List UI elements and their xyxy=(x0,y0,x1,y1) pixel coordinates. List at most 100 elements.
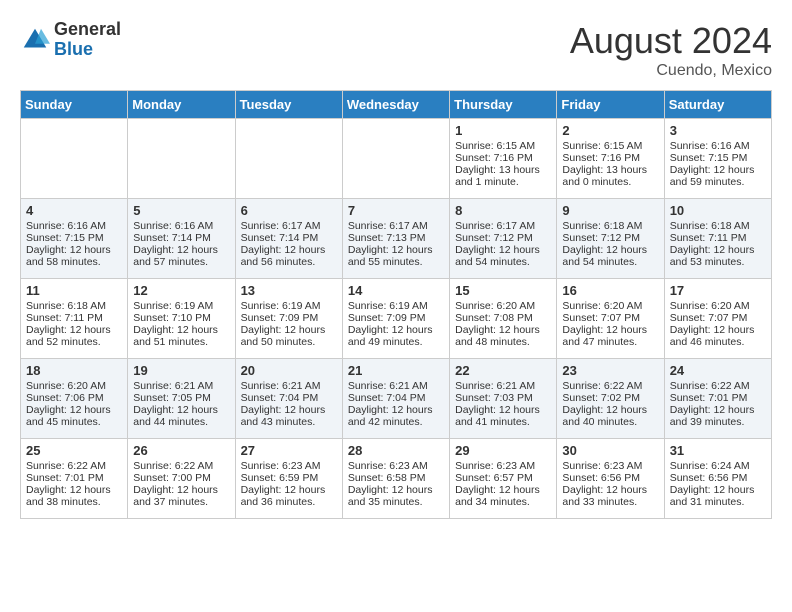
calendar-cell xyxy=(128,119,235,199)
daylight-text: Daylight: 12 hours and 40 minutes. xyxy=(562,404,658,428)
sunrise-text: Sunrise: 6:18 AM xyxy=(670,220,766,232)
day-number: 20 xyxy=(241,363,337,378)
daylight-text: Daylight: 12 hours and 34 minutes. xyxy=(455,484,551,508)
calendar-cell: 8Sunrise: 6:17 AMSunset: 7:12 PMDaylight… xyxy=(450,199,557,279)
calendar-table: SundayMondayTuesdayWednesdayThursdayFrid… xyxy=(20,90,772,519)
daylight-text: Daylight: 12 hours and 45 minutes. xyxy=(26,404,122,428)
calendar-cell: 22Sunrise: 6:21 AMSunset: 7:03 PMDayligh… xyxy=(450,359,557,439)
daylight-text: Daylight: 12 hours and 58 minutes. xyxy=(26,244,122,268)
sunrise-text: Sunrise: 6:23 AM xyxy=(241,460,337,472)
sunrise-text: Sunrise: 6:19 AM xyxy=(133,300,229,312)
calendar-cell: 29 Sunrise: 6:23 AMSunset: 6:57 PMDayligh… xyxy=(450,439,557,519)
calendar-cell xyxy=(342,119,449,199)
sunrise-text: Sunrise: 6:21 AM xyxy=(241,380,337,392)
sunset-text: Sunset: 7:15 PM xyxy=(670,152,766,164)
day-number: 17 xyxy=(670,283,766,298)
daylight-text: Daylight: 12 hours and 51 minutes. xyxy=(133,324,229,348)
week-row-5: 25Sunrise: 6:22 AMSunset: 7:01 PMDayligh… xyxy=(21,439,772,519)
daylight-text: Daylight: 12 hours and 52 minutes. xyxy=(26,324,122,348)
day-number: 19 xyxy=(133,363,229,378)
day-header-wednesday: Wednesday xyxy=(342,91,449,119)
sunset-text: Sunset: 7:05 PM xyxy=(133,392,229,404)
daylight-text: Daylight: 12 hours and 41 minutes. xyxy=(455,404,551,428)
daylight-text: Daylight: 12 hours and 56 minutes. xyxy=(241,244,337,268)
daylight-text: Daylight: 12 hours and 57 minutes. xyxy=(133,244,229,268)
sunrise-text: Sunrise: 6:23 AM xyxy=(348,460,444,472)
sunset-text: Sunset: 7:04 PM xyxy=(241,392,337,404)
sunset-text: Sunset: 7:16 PM xyxy=(455,152,551,164)
logo-blue-text: Blue xyxy=(54,40,121,60)
daylight-text: Daylight: 12 hours and 54 minutes. xyxy=(562,244,658,268)
logo-text: General Blue xyxy=(54,20,121,60)
sunset-text: Sunset: 7:16 PM xyxy=(562,152,658,164)
sunset-text: Sunset: 7:01 PM xyxy=(670,392,766,404)
day-number: 18 xyxy=(26,363,122,378)
sunset-text: Sunset: 6:57 PM xyxy=(455,472,551,484)
daylight-text: Daylight: 12 hours and 33 minutes. xyxy=(562,484,658,508)
calendar-cell: 10Sunrise: 6:18 AMSunset: 7:11 PMDayligh… xyxy=(664,199,771,279)
calendar-cell: 2Sunrise: 6:15 AMSunset: 7:16 PMDaylight… xyxy=(557,119,664,199)
week-row-2: 4Sunrise: 6:16 AMSunset: 7:15 PMDaylight… xyxy=(21,199,772,279)
sunrise-text: Sunrise: 6:21 AM xyxy=(348,380,444,392)
daylight-text: Daylight: 12 hours and 42 minutes. xyxy=(348,404,444,428)
sunrise-text: Sunrise: 6:20 AM xyxy=(670,300,766,312)
sunrise-text: Sunrise: 6:18 AM xyxy=(26,300,122,312)
sunset-text: Sunset: 7:11 PM xyxy=(670,232,766,244)
sunrise-text: Sunrise: 6:21 AM xyxy=(455,380,551,392)
day-number: 5 xyxy=(133,203,229,218)
day-number: 12 xyxy=(133,283,229,298)
calendar-cell xyxy=(21,119,128,199)
calendar-cell: 24Sunrise: 6:22 AMSunset: 7:01 PMDayligh… xyxy=(664,359,771,439)
daylight-text: Daylight: 12 hours and 54 minutes. xyxy=(455,244,551,268)
sunrise-text: Sunrise: 6:15 AM xyxy=(455,140,551,152)
day-header-tuesday: Tuesday xyxy=(235,91,342,119)
daylight-text: Daylight: 12 hours and 59 minutes. xyxy=(670,164,766,188)
sunrise-text: Sunrise: 6:23 AM xyxy=(455,460,551,472)
sunrise-text: Sunrise: 6:20 AM xyxy=(26,380,122,392)
day-header-monday: Monday xyxy=(128,91,235,119)
daylight-text: Daylight: 12 hours and 39 minutes. xyxy=(670,404,766,428)
day-header-saturday: Saturday xyxy=(664,91,771,119)
sunset-text: Sunset: 7:13 PM xyxy=(348,232,444,244)
sunrise-text: Sunrise: 6:22 AM xyxy=(26,460,122,472)
month-year-title: August 2024 xyxy=(570,20,772,62)
day-number: 27 xyxy=(241,443,337,458)
day-number: 3 xyxy=(670,123,766,138)
daylight-text: Daylight: 12 hours and 43 minutes. xyxy=(241,404,337,428)
sunset-text: Sunset: 7:11 PM xyxy=(26,312,122,324)
day-header-sunday: Sunday xyxy=(21,91,128,119)
calendar-cell: 19Sunrise: 6:21 AMSunset: 7:05 PMDayligh… xyxy=(128,359,235,439)
calendar-cell: 13Sunrise: 6:19 AMSunset: 7:09 PMDayligh… xyxy=(235,279,342,359)
day-number: 24 xyxy=(670,363,766,378)
sunset-text: Sunset: 6:56 PM xyxy=(670,472,766,484)
day-number: 22 xyxy=(455,363,551,378)
day-number: 6 xyxy=(241,203,337,218)
day-number: 30 xyxy=(562,443,658,458)
days-header-row: SundayMondayTuesdayWednesdayThursdayFrid… xyxy=(21,91,772,119)
day-number: 29 xyxy=(455,443,551,458)
week-row-3: 11Sunrise: 6:18 AMSunset: 7:11 PMDayligh… xyxy=(21,279,772,359)
sunrise-text: Sunrise: 6:19 AM xyxy=(241,300,337,312)
week-row-4: 18Sunrise: 6:20 AMSunset: 7:06 PMDayligh… xyxy=(21,359,772,439)
sunset-text: Sunset: 7:14 PM xyxy=(241,232,337,244)
sunrise-text: Sunrise: 6:24 AM xyxy=(670,460,766,472)
day-number: 21 xyxy=(348,363,444,378)
day-number: 4 xyxy=(26,203,122,218)
logo-general-text: General xyxy=(54,20,121,40)
daylight-text: Daylight: 12 hours and 31 minutes. xyxy=(670,484,766,508)
sunrise-text: Sunrise: 6:18 AM xyxy=(562,220,658,232)
day-header-thursday: Thursday xyxy=(450,91,557,119)
calendar-cell: 23Sunrise: 6:22 AMSunset: 7:02 PMDayligh… xyxy=(557,359,664,439)
sunset-text: Sunset: 7:10 PM xyxy=(133,312,229,324)
calendar-cell: 26Sunrise: 6:22 AMSunset: 7:00 PMDayligh… xyxy=(128,439,235,519)
calendar-cell: 20 Sunrise: 6:21 AMSunset: 7:04 PMDayligh… xyxy=(235,359,342,439)
sunset-text: Sunset: 7:06 PM xyxy=(26,392,122,404)
daylight-text: Daylight: 13 hours and 0 minutes. xyxy=(562,164,658,188)
sunrise-text: Sunrise: 6:22 AM xyxy=(133,460,229,472)
day-number: 2 xyxy=(562,123,658,138)
location-subtitle: Cuendo, Mexico xyxy=(570,62,772,80)
day-number: 1 xyxy=(455,123,551,138)
calendar-cell: 7Sunrise: 6:17 AMSunset: 7:13 PMDaylight… xyxy=(342,199,449,279)
calendar-cell: 18 Sunrise: 6:20 AMSunset: 7:06 PMDayligh… xyxy=(21,359,128,439)
sunrise-text: Sunrise: 6:17 AM xyxy=(455,220,551,232)
